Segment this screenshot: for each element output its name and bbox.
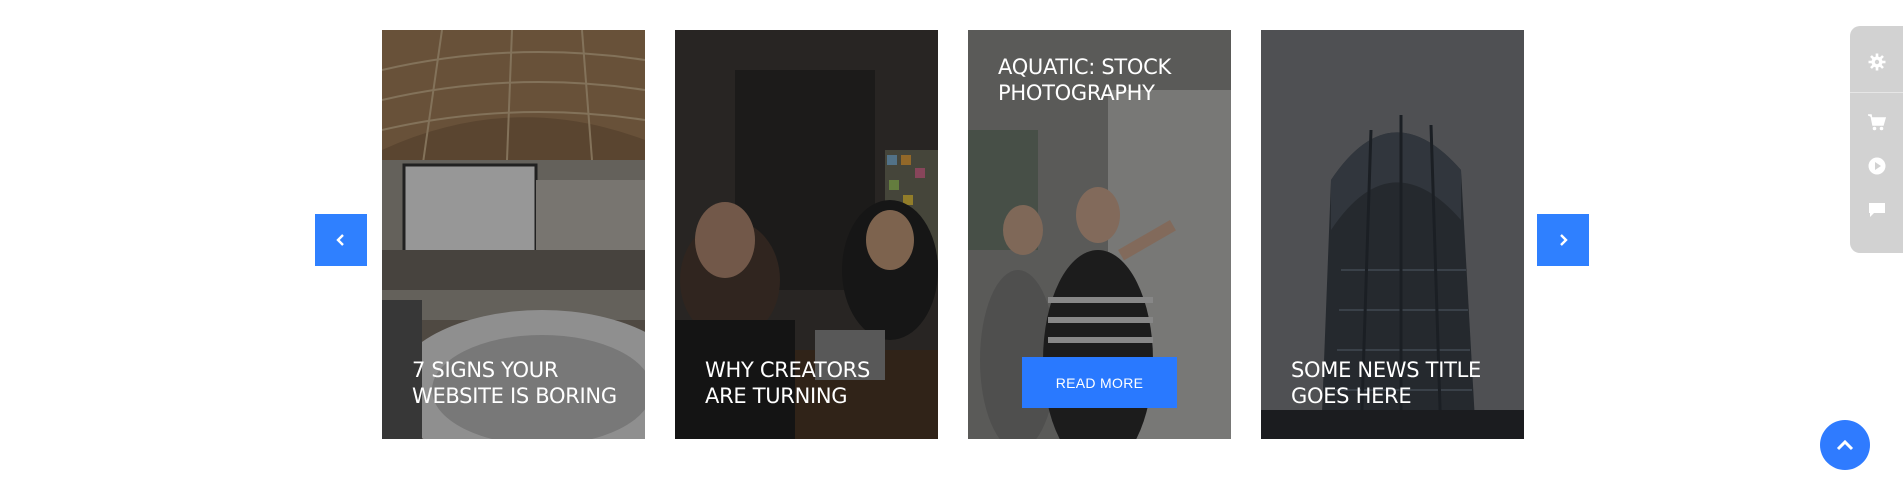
post-carousel: 7 SIGNS YOUR WEBSITE IS BORING WHY CREAT…	[0, 0, 1903, 479]
side-toolbar	[1850, 26, 1903, 253]
post-card[interactable]: AQUATIC: STOCK PHOTOGRAPHY READ MORE	[968, 30, 1231, 439]
card-title[interactable]: WHY CREATORS ARE TURNING	[705, 357, 916, 409]
chat-icon	[1868, 203, 1885, 217]
side-divider	[1850, 92, 1903, 93]
play-button[interactable]	[1850, 146, 1903, 186]
carousel-next-button[interactable]	[1537, 214, 1589, 266]
read-more-button[interactable]: READ MORE	[1022, 357, 1177, 408]
post-card[interactable]: SOME NEWS TITLE GOES HERE	[1261, 30, 1524, 439]
play-icon	[1868, 157, 1885, 175]
carousel-prev-button[interactable]	[315, 214, 367, 266]
post-card[interactable]: 7 SIGNS YOUR WEBSITE IS BORING	[382, 30, 645, 439]
chevron-left-icon	[336, 234, 344, 246]
card-title[interactable]: 7 SIGNS YOUR WEBSITE IS BORING	[412, 357, 623, 409]
chevron-right-icon	[1560, 234, 1568, 246]
card-title[interactable]: SOME NEWS TITLE GOES HERE	[1291, 357, 1502, 409]
chat-button[interactable]	[1850, 190, 1903, 230]
settings-button[interactable]	[1850, 42, 1903, 82]
scroll-to-top-button[interactable]	[1820, 420, 1870, 470]
chevron-up-icon	[1836, 439, 1854, 451]
gear-icon	[1868, 53, 1885, 71]
cart-icon	[1867, 114, 1886, 131]
card-title[interactable]: AQUATIC: STOCK PHOTOGRAPHY	[998, 54, 1209, 106]
cart-button[interactable]	[1850, 102, 1903, 142]
post-card[interactable]: WHY CREATORS ARE TURNING	[675, 30, 938, 439]
